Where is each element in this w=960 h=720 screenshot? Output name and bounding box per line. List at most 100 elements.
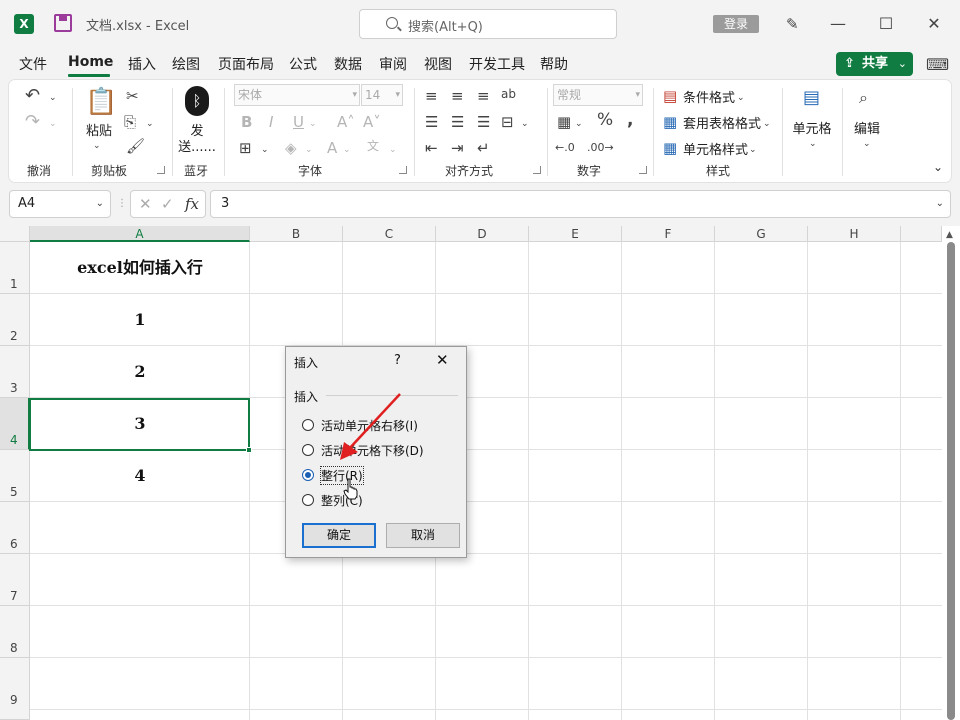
name-box[interactable]: A4 ⌄ bbox=[9, 190, 111, 218]
ribbon-expand-icon[interactable]: ⌄ bbox=[933, 160, 943, 174]
tab-insert[interactable]: 插入 bbox=[128, 54, 156, 74]
close-icon[interactable]: ✕ bbox=[922, 12, 946, 36]
chevron-down-icon[interactable]: ⌄ bbox=[343, 142, 351, 158]
tab-formulas[interactable]: 公式 bbox=[289, 54, 317, 74]
font-name-select[interactable]: 宋体 ▾ bbox=[234, 84, 360, 106]
cancel-button[interactable]: 取消 bbox=[386, 523, 460, 548]
column-header-f[interactable]: F bbox=[622, 226, 715, 242]
share-button[interactable]: ⇪ 共享 ⌄ bbox=[836, 52, 913, 76]
copy-icon[interactable]: ⎘ bbox=[124, 114, 136, 130]
dialog-launcher-icon[interactable] bbox=[533, 166, 541, 174]
tab-review[interactable]: 审阅 bbox=[379, 54, 407, 74]
row-header-2[interactable]: 2 bbox=[0, 294, 30, 346]
align-middle-icon[interactable]: ≡ bbox=[451, 88, 464, 104]
border-icon[interactable]: ⊞ bbox=[239, 140, 252, 156]
login-button[interactable]: 登录 bbox=[713, 15, 759, 33]
dialog-launcher-icon[interactable] bbox=[639, 166, 647, 174]
save-icon[interactable] bbox=[54, 14, 72, 32]
undo-icon[interactable]: ↶ bbox=[25, 87, 40, 105]
radio-entire-column[interactable] bbox=[302, 494, 314, 506]
underline-icon[interactable]: U bbox=[293, 114, 304, 130]
tab-developer[interactable]: 开发工具 bbox=[469, 54, 525, 74]
column-header-g[interactable]: G bbox=[715, 226, 808, 242]
chevron-down-icon[interactable]: ⌄ bbox=[809, 136, 817, 152]
increase-indent-icon[interactable]: ⇥ bbox=[451, 140, 464, 156]
table-format-icon[interactable]: ▦ bbox=[663, 114, 677, 130]
vertical-scrollbar[interactable]: ▲ bbox=[942, 226, 960, 720]
ok-button[interactable]: 确定 bbox=[302, 523, 376, 548]
chevron-down-icon[interactable]: ⌄ bbox=[763, 116, 771, 132]
align-bottom-icon[interactable]: ≡ bbox=[477, 88, 490, 104]
row-header-7[interactable]: 7 bbox=[0, 554, 30, 606]
currency-icon[interactable]: ▦ bbox=[557, 114, 571, 130]
font-color-icon[interactable]: A bbox=[327, 140, 337, 156]
chevron-down-icon[interactable]: ⌄ bbox=[261, 142, 269, 158]
decrease-font-icon[interactable]: A˅ bbox=[363, 114, 381, 130]
phonetic-icon[interactable]: 文 bbox=[367, 138, 379, 154]
fill-color-icon[interactable]: ◈ bbox=[285, 140, 297, 156]
chevron-down-icon[interactable]: ⌄ bbox=[305, 142, 313, 158]
comma-icon[interactable]: , bbox=[627, 112, 633, 129]
cell-a5[interactable]: 4 bbox=[30, 450, 250, 502]
chevron-down-icon[interactable]: ⌄ bbox=[49, 90, 57, 106]
radio-shift-right[interactable] bbox=[302, 419, 314, 431]
cell-style-button[interactable]: 单元格样式 bbox=[683, 139, 748, 158]
tab-file[interactable]: 文件 bbox=[19, 54, 47, 74]
scroll-up-icon[interactable]: ▲ bbox=[946, 230, 953, 240]
orientation-icon[interactable]: ab bbox=[501, 86, 516, 102]
search-input[interactable]: 搜索(Alt+Q) bbox=[359, 9, 617, 39]
pen-icon[interactable]: ✎ bbox=[786, 15, 802, 33]
column-header-c[interactable]: C bbox=[343, 226, 436, 242]
bold-icon[interactable]: B bbox=[241, 114, 252, 130]
maximize-icon[interactable]: ☐ bbox=[874, 12, 898, 36]
column-header-d[interactable]: D bbox=[436, 226, 529, 242]
insert-function-icon[interactable]: fx bbox=[185, 195, 199, 213]
tab-view[interactable]: 视图 bbox=[424, 54, 452, 74]
select-all-corner[interactable] bbox=[0, 226, 30, 242]
chevron-down-icon[interactable]: ⌄ bbox=[575, 116, 583, 132]
row-header-9[interactable]: 9 bbox=[0, 658, 30, 720]
paste-icon[interactable]: 📋 bbox=[85, 88, 117, 116]
column-header-e[interactable]: E bbox=[529, 226, 622, 242]
cut-icon[interactable]: ✂ bbox=[126, 88, 139, 104]
column-header-a[interactable]: A bbox=[30, 226, 250, 242]
chevron-down-icon[interactable]: ⌄ bbox=[146, 116, 154, 132]
font-size-select[interactable]: 14 ▾ bbox=[361, 84, 403, 106]
dialog-launcher-icon[interactable] bbox=[157, 166, 165, 174]
chevron-down-icon[interactable]: ⌄ bbox=[309, 116, 317, 132]
row-header-6[interactable]: 6 bbox=[0, 502, 30, 554]
tab-page-layout[interactable]: 页面布局 bbox=[218, 54, 274, 74]
conditional-format-icon[interactable]: ▤ bbox=[663, 88, 677, 104]
table-format-button[interactable]: 套用表格格式 bbox=[683, 113, 761, 132]
row-header-5[interactable]: 5 bbox=[0, 450, 30, 502]
italic-icon[interactable]: I bbox=[269, 114, 273, 130]
chevron-down-icon[interactable]: ⌄ bbox=[389, 142, 397, 158]
cell-style-icon[interactable]: ▦ bbox=[663, 140, 677, 156]
tab-home[interactable]: Home bbox=[68, 54, 113, 70]
paste-label[interactable]: 粘贴 bbox=[83, 120, 115, 139]
chevron-down-icon[interactable]: ⌄ bbox=[49, 116, 57, 132]
search-icon[interactable]: ⌕ bbox=[859, 90, 868, 106]
column-header-h[interactable]: H bbox=[808, 226, 901, 242]
cancel-formula-icon[interactable]: ✕ bbox=[139, 195, 152, 213]
cell-a3[interactable]: 2 bbox=[30, 346, 250, 398]
minimize-icon[interactable]: — bbox=[826, 12, 850, 36]
align-top-icon[interactable]: ≡ bbox=[425, 88, 438, 104]
conditional-format-button[interactable]: 条件格式 bbox=[683, 87, 735, 106]
chevron-down-icon[interactable]: ⌄ bbox=[93, 138, 101, 154]
tab-draw[interactable]: 绘图 bbox=[172, 54, 200, 74]
decrease-indent-icon[interactable]: ⇤ bbox=[425, 140, 438, 156]
confirm-formula-icon[interactable]: ✓ bbox=[161, 195, 174, 213]
close-icon[interactable]: ✕ bbox=[436, 351, 449, 369]
scrollbar-thumb[interactable] bbox=[947, 242, 955, 720]
increase-decimal-icon[interactable]: ←.0 bbox=[555, 140, 575, 156]
wrap-text-icon[interactable]: ↵ bbox=[477, 140, 490, 156]
tab-help[interactable]: 帮助 bbox=[540, 54, 568, 74]
merge-center-icon[interactable]: ⊟ bbox=[501, 114, 514, 130]
formula-input[interactable]: 3 ⌄ bbox=[210, 190, 951, 218]
redo-icon[interactable]: ↷ bbox=[25, 113, 40, 131]
align-right-icon[interactable]: ☰ bbox=[477, 114, 490, 130]
percent-icon[interactable]: % bbox=[597, 112, 613, 129]
radio-entire-row[interactable] bbox=[302, 469, 314, 481]
row-header-4[interactable]: 4 bbox=[0, 398, 30, 450]
